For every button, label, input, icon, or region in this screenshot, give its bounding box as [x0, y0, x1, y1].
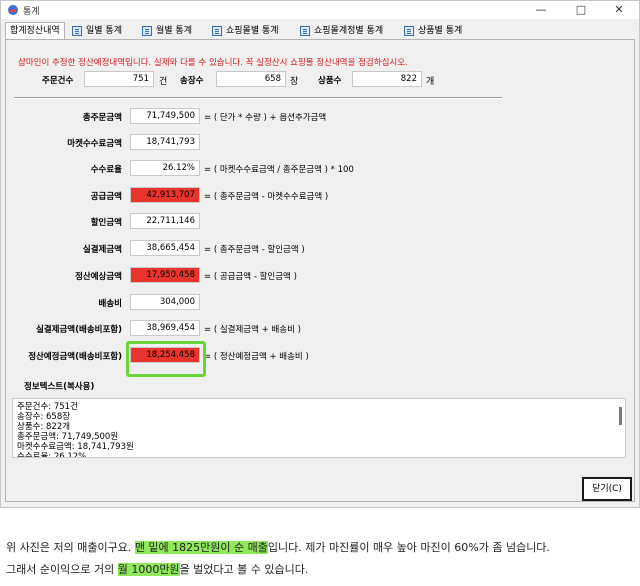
info-line: 상품수: 822개: [17, 422, 71, 432]
annotation-highlight: [126, 341, 206, 377]
blog-highlight: 월 1000만원: [117, 563, 180, 576]
close-button[interactable]: 닫기(C): [582, 477, 632, 501]
tab-by-mall-account[interactable]: 쇼핑몰계정별 통계: [295, 23, 388, 39]
row-value-field[interactable]: 38,969,454: [130, 320, 200, 336]
table-icon: [404, 26, 414, 36]
row-formula: = ( 단가 * 수량 ) + 옵션추가금액: [204, 113, 327, 123]
row-label: 실결제금액: [82, 245, 122, 255]
row-label: 정산예정금액(배송비포함): [28, 352, 122, 362]
row-label: 총주문금액: [82, 113, 122, 123]
row-label: 할인금액: [90, 218, 122, 228]
row-label: 정산예상금액: [75, 272, 122, 282]
products-unit: 개: [426, 77, 435, 87]
row-label: 수수료율: [90, 165, 122, 175]
orders-field[interactable]: 751: [84, 71, 154, 87]
info-line: 주문건수: 751건: [17, 402, 78, 412]
blog-text-span: 위 사진은 저의 매출이구요.: [6, 541, 135, 554]
orders-unit: 건: [159, 77, 168, 87]
info-line: 마켓수수료금액: 18,741,793원: [17, 442, 134, 452]
row-formula: = ( 정산예정금액 + 배송비 ): [204, 352, 309, 362]
close-icon[interactable]: ✕: [599, 1, 639, 19]
info-line: 송장수: 658장: [17, 412, 71, 422]
tab-by-product[interactable]: 상품별 통계: [399, 23, 467, 39]
tab-label: 월별 통계: [156, 26, 192, 36]
row-formula: = ( 총주문금액 - 할인금액 ): [204, 245, 305, 255]
tab-summary[interactable]: 합계정산내역: [5, 22, 65, 40]
row-label: 공급금액: [90, 192, 122, 202]
row-value-field[interactable]: 17,950,458: [130, 267, 200, 283]
tab-label: 쇼핑몰별 통계: [226, 26, 279, 36]
window-title: 통계: [23, 7, 40, 17]
tab-label: 합계정산내역: [10, 26, 60, 36]
row-formula: = ( 총주문금액 - 마켓수수료금액 ): [204, 192, 329, 202]
tab-strip: 합계정산내역 일별 통계 월별 통계 쇼핑몰별 통계 쇼핑몰계정별 통계 상품별…: [5, 22, 635, 40]
table-icon: [142, 26, 152, 36]
blog-line-2: 그래서 순이익으로 거의 월 1000만원을 벌었다고 볼 수 있습니다.: [6, 559, 636, 581]
orders-label: 주문건수: [42, 76, 74, 86]
app-icon: [8, 5, 18, 15]
blog-highlight: 맨 밑에 1825만원이 순 매출: [134, 541, 268, 554]
row-value-field[interactable]: 26.12%: [130, 160, 200, 176]
tab-daily[interactable]: 일별 통계: [67, 23, 127, 39]
minimize-icon[interactable]: —: [521, 1, 561, 19]
tab-label: 쇼핑몰계정별 통계: [314, 26, 384, 36]
stats-window: 통계 — □ ✕ 합계정산내역 일별 통계 월별 통계 쇼핑몰별 통계 쇼핑몰계…: [0, 0, 640, 508]
row-label: 배송비: [98, 299, 122, 309]
divider: [14, 97, 502, 99]
invoices-label: 송장수: [180, 76, 204, 86]
summary-panel: 샵마인이 추정한 정산예정내역입니다. 실제와 다를 수 있습니다. 꼭 실정산…: [5, 39, 635, 502]
title-bar: 통계 — □ ✕: [1, 1, 639, 19]
row-value-field[interactable]: 42,913,707: [130, 187, 200, 203]
info-textarea[interactable]: 주문건수: 751건 송장수: 658장 상품수: 822개 총주문금액: 71,74…: [12, 398, 626, 458]
products-field[interactable]: 822: [352, 71, 422, 87]
blog-text-span: 그래서 순이익으로 거의: [6, 563, 118, 576]
row-formula: = ( 공급금액 - 할인금액 ): [204, 272, 297, 282]
tab-monthly[interactable]: 월별 통계: [137, 23, 197, 39]
table-icon: [300, 26, 310, 36]
row-value-field[interactable]: 304,000: [130, 294, 200, 310]
row-value-field[interactable]: 71,749,500: [130, 108, 200, 124]
row-formula: = ( 마켓수수료금액 / 총주문금액 ) * 100: [204, 165, 354, 175]
row-value-field[interactable]: 38,665,454: [130, 240, 200, 256]
blog-line-1: 위 사진은 저의 매출이구요. 맨 밑에 1825만원이 순 매출입니다. 제가…: [6, 537, 636, 559]
row-label: 실결제금액(배송비포함): [36, 325, 122, 335]
row-value-field[interactable]: 18,741,793: [130, 134, 200, 150]
tab-label: 일별 통계: [86, 26, 122, 36]
scrollbar-thumb[interactable]: [619, 407, 622, 425]
products-label: 상품수: [318, 76, 342, 86]
table-icon: [212, 26, 222, 36]
row-value-field[interactable]: 22,711,146: [130, 213, 200, 229]
info-line: 총주문금액: 71,749,500원: [17, 432, 119, 442]
row-formula: = ( 실결제금액 + 배송비 ): [204, 325, 301, 335]
notice-text: 샵마인이 추정한 정산예정내역입니다. 실제와 다를 수 있습니다. 꼭 실정산…: [18, 58, 408, 68]
invoices-field[interactable]: 658: [216, 71, 286, 87]
blog-text-span: 을 벌었다고 볼 수 있습니다.: [179, 563, 309, 576]
row-label: 마켓수수료금액: [67, 139, 122, 149]
invoices-unit: 장: [290, 77, 299, 87]
blog-text: 위 사진은 저의 매출이구요. 맨 밑에 1825만원이 순 매출입니다. 제가…: [6, 537, 636, 581]
maximize-icon[interactable]: □: [561, 1, 601, 19]
tab-label: 상품별 통계: [418, 26, 463, 36]
tab-by-mall[interactable]: 쇼핑몰별 통계: [207, 23, 284, 39]
blog-text-span: 입니다. 제가 마진률이 매우 높아 마진이 60%가 좀 넘습니다.: [267, 541, 550, 554]
info-title: 정보텍스트(복사용): [24, 382, 95, 392]
table-icon: [72, 26, 82, 36]
info-line: 수수료율: 26.12%: [17, 452, 87, 458]
